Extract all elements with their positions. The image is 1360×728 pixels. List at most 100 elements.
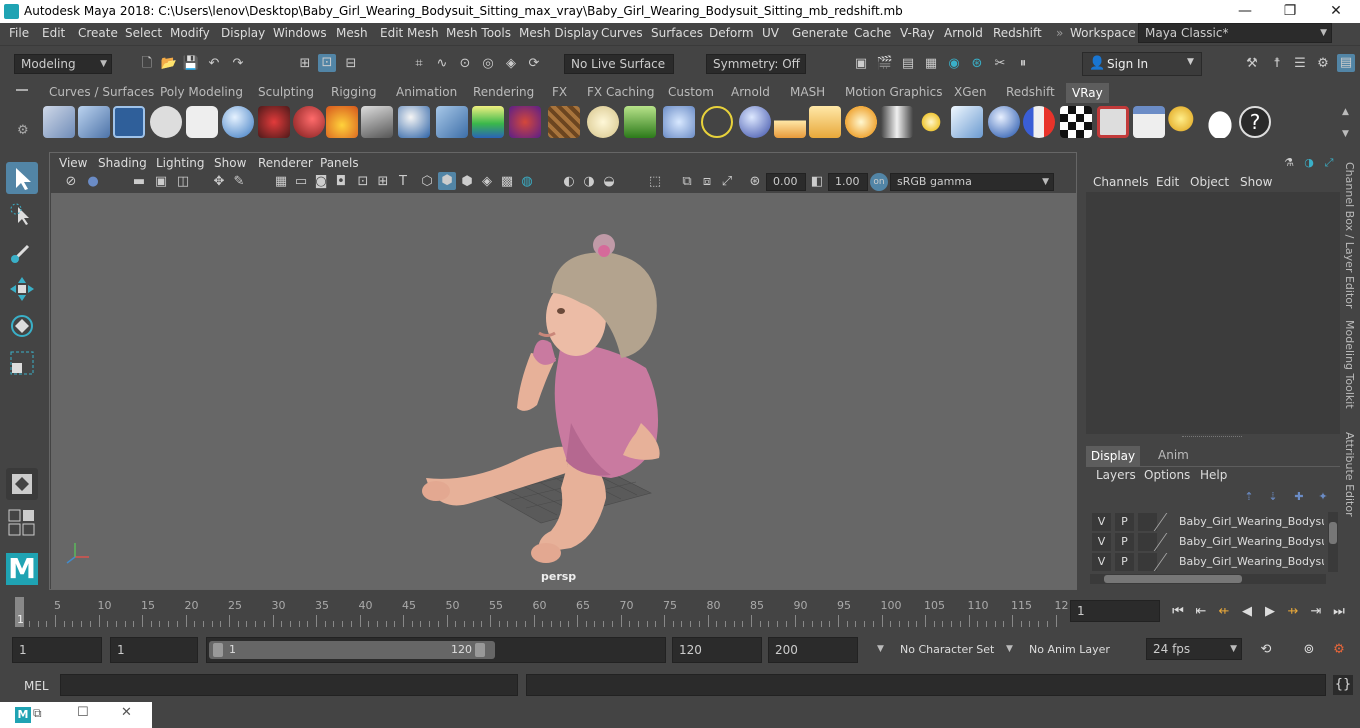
layer-visibility-toggle[interactable]: V <box>1092 513 1111 531</box>
fps-dropdown[interactable]: 24 fps ▼ <box>1146 638 1242 660</box>
tab-display[interactable]: Display <box>1086 446 1140 466</box>
layout-quad-icon[interactable] <box>8 509 36 537</box>
tab-fx[interactable]: FX <box>552 85 567 99</box>
scrollbar-thumb[interactable] <box>1329 522 1337 544</box>
motion-blur-icon[interactable]: ⧈ <box>698 173 716 191</box>
menu-overflow-icon[interactable]: » <box>1056 26 1063 40</box>
menu-uv[interactable]: UV <box>762 26 779 40</box>
snap-surface-icon[interactable]: ◈ <box>502 55 520 73</box>
channel-box-area[interactable] <box>1086 192 1340 434</box>
bookmark-icon[interactable]: ▬ <box>130 173 148 191</box>
layer-playback-toggle[interactable]: P <box>1115 513 1134 531</box>
step-back-key-icon[interactable]: ⇷ <box>1214 602 1234 622</box>
menu-mesh-display[interactable]: Mesh Display <box>519 26 599 40</box>
tab-fx-caching[interactable]: FX Caching <box>587 85 654 99</box>
ipr-render-icon[interactable]: ▤ <box>899 55 917 73</box>
new-empty-layer-icon[interactable]: ✚ <box>1290 488 1308 506</box>
tab-poly-modeling[interactable]: Poly Modeling <box>160 85 243 99</box>
vray-frame-buffer-icon[interactable] <box>113 106 145 138</box>
animation-start-field[interactable]: 1 <box>12 637 102 663</box>
xray-joints-icon[interactable]: ◑ <box>580 173 598 191</box>
shelf-menu-icon[interactable] <box>16 89 28 91</box>
exposure-icon[interactable]: ⊛ <box>746 173 764 191</box>
gate-mask-icon[interactable]: ◙ <box>312 173 330 191</box>
shadows-icon[interactable]: ◍ <box>518 173 536 191</box>
snap-grid-icon[interactable]: ⌗ <box>410 55 428 73</box>
layer-visibility-toggle[interactable]: V <box>1092 533 1111 551</box>
ambient-occlusion-icon[interactable]: ⧉ <box>678 173 696 191</box>
view-transform-dropdown[interactable]: sRGB gamma ▼ <box>890 173 1054 191</box>
save-scene-icon[interactable]: 💾 <box>182 55 200 73</box>
vray-bulb-icon[interactable] <box>1168 106 1200 138</box>
vray-settings-icon[interactable]: ⊛ <box>968 55 986 73</box>
image-plane-icon[interactable]: ▣ <box>152 173 170 191</box>
splitter-handle[interactable] <box>1182 436 1242 438</box>
menu-surfaces[interactable]: Surfaces <box>651 26 703 40</box>
menu-edit[interactable]: Edit <box>42 26 65 40</box>
layer-row[interactable]: V P Baby_Girl_Wearing_Bodysuit <box>1090 512 1326 532</box>
maximize-button[interactable]: ❐ <box>1267 0 1313 23</box>
vray-sphere-icon[interactable] <box>222 106 254 138</box>
expand-panel-icon[interactable]: ⤢ <box>1320 154 1338 172</box>
3d-viewport[interactable]: persp <box>51 193 1077 589</box>
layout-single-icon[interactable] <box>6 468 38 500</box>
vray-checker-icon[interactable] <box>1060 106 1092 138</box>
layer-horizontal-scrollbar[interactable] <box>1090 574 1326 584</box>
close-button[interactable]: ✕ <box>1313 0 1359 23</box>
layer-color-swatch[interactable] <box>1153 553 1177 571</box>
move-tool-icon[interactable] <box>6 273 38 305</box>
menu-cache[interactable]: Cache <box>854 26 891 40</box>
shelf-settings-icon[interactable]: ⚙ <box>17 123 29 138</box>
snap-curve-icon[interactable]: ∿ <box>433 55 451 73</box>
vray-texture-icon[interactable] <box>548 106 580 138</box>
vray-color-sphere-icon[interactable] <box>1023 106 1055 138</box>
gamma-icon[interactable]: ◧ <box>808 173 826 191</box>
vray-spot-light-icon[interactable] <box>809 106 841 138</box>
vray-light-icon[interactable] <box>43 106 75 138</box>
maximize-icon[interactable]: ☐ <box>77 705 89 720</box>
vray-render-elements-icon[interactable] <box>1097 106 1129 138</box>
tab-vray[interactable]: VRay <box>1066 83 1109 103</box>
isolate-select-icon[interactable]: ⬚ <box>646 173 664 191</box>
menu-file[interactable]: File <box>9 26 29 40</box>
camera-attributes-icon[interactable]: ● <box>84 173 102 191</box>
channel-menu-channels[interactable]: Channels <box>1093 175 1149 189</box>
current-frame-field[interactable]: 1 <box>1070 600 1160 622</box>
render-frame-icon[interactable]: 🎬 <box>876 55 894 73</box>
vray-window-icon[interactable] <box>1133 106 1165 138</box>
vray-particles-icon[interactable] <box>663 106 695 138</box>
render-view-icon[interactable]: ▣ <box>852 55 870 73</box>
safe-title-icon[interactable]: ⊞ <box>374 173 392 191</box>
gamma-field[interactable]: 1.00 <box>828 173 868 191</box>
tab-rigging[interactable]: Rigging <box>331 85 376 99</box>
grid-icon[interactable]: ▦ <box>272 173 290 191</box>
play-backwards-icon[interactable]: ◀ <box>1237 602 1257 622</box>
shelf-scroll-down-icon[interactable]: ▼ <box>1342 129 1349 139</box>
menu-windows[interactable]: Windows <box>273 26 327 40</box>
select-component-icon[interactable]: ⊟ <box>342 55 360 73</box>
tab-modeling-toolkit[interactable]: Modeling Toolkit <box>1343 320 1356 409</box>
character-controls-icon[interactable]: ☨ <box>1268 55 1286 73</box>
channel-box-toggle-icon[interactable]: ⚗ <box>1280 154 1298 172</box>
menu-edit-mesh[interactable]: Edit Mesh <box>380 26 439 40</box>
mode-dropdown[interactable]: Modeling ▼ <box>14 54 112 74</box>
field-chart-icon[interactable]: ◘ <box>332 173 350 191</box>
vray-sphere-fade-icon[interactable] <box>739 106 771 138</box>
shelf-scroll-up-icon[interactable]: ▲ <box>1342 107 1349 117</box>
modeling-toolkit-icon[interactable]: ⚒ <box>1243 55 1261 73</box>
viewport-menu-renderer[interactable]: Renderer <box>258 156 313 170</box>
snap-point-icon[interactable]: ⊙ <box>456 55 474 73</box>
channel-menu-object[interactable]: Object <box>1190 175 1229 189</box>
time-slider[interactable]: 1 5 10 15 20 25 30 35 40 45 50 55 60 65 70 75 80 85 90 95 1… <box>0 594 1360 632</box>
vray-tools-icon[interactable]: ✂ <box>991 55 1009 73</box>
snap-live-icon[interactable]: ⟳ <box>525 55 543 73</box>
menu-display[interactable]: Display <box>221 26 265 40</box>
range-end-handle[interactable] <box>475 643 485 657</box>
step-forward-frame-icon[interactable]: ⇥ <box>1306 602 1326 622</box>
snap-view-icon[interactable]: ◎ <box>479 55 497 73</box>
resolution-gate-icon[interactable]: ◫ <box>174 173 192 191</box>
menu-deform[interactable]: Deform <box>709 26 754 40</box>
vray-blue-sphere-icon[interactable] <box>988 106 1020 138</box>
layer-visibility-toggle[interactable]: V <box>1092 553 1111 571</box>
vray-camera-icon[interactable] <box>258 106 290 138</box>
